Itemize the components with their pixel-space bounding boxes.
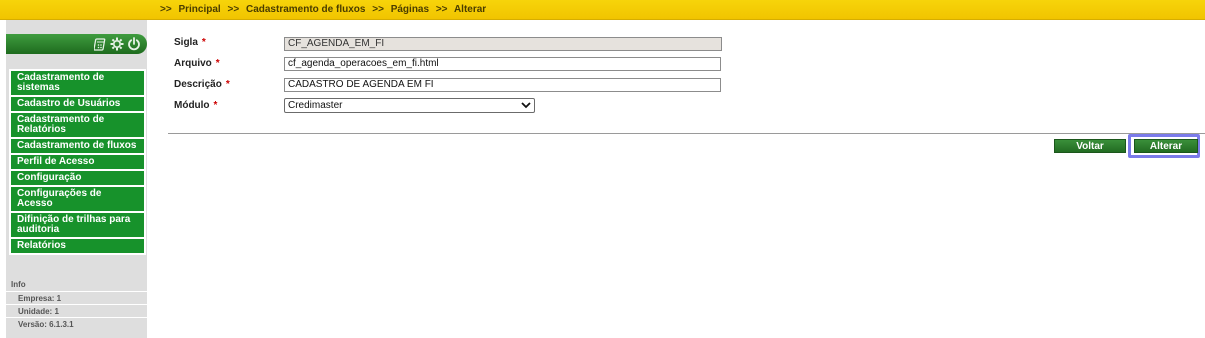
breadcrumb-cadastramento-fluxos[interactable]: Cadastramento de fluxos [246, 4, 365, 15]
descricao-label-text: Descrição [174, 79, 222, 90]
form-divider [168, 133, 1205, 134]
chevron-down-icon [521, 99, 531, 114]
sigla-label: Sigla * [174, 37, 206, 48]
voltar-button[interactable]: Voltar [1054, 139, 1126, 153]
arquivo-input[interactable]: cf_agenda_operacoes_em_fi.html [284, 57, 721, 71]
required-marker: * [201, 37, 206, 48]
required-marker: * [213, 100, 218, 111]
sidebar-menu: Cadastramento de sistemas Cadastro de Us… [9, 69, 146, 255]
arquivo-label-text: Arquivo [174, 58, 212, 69]
info-title: Info [11, 280, 26, 289]
info-unidade: Unidade: 1 [6, 304, 147, 317]
descricao-label: Descrição * [174, 79, 230, 90]
arquivo-label: Arquivo * [174, 58, 220, 69]
info-panel: Info Empresa: 1 Unidade: 1 Versão: 6.1.3… [6, 277, 147, 330]
sigla-field: CF_AGENDA_EM_FI [284, 37, 722, 51]
sidebar-item-cadastro-usuarios[interactable]: Cadastro de Usuários [10, 96, 145, 112]
required-marker: * [225, 79, 230, 90]
sigla-label-text: Sigla [174, 37, 198, 48]
breadcrumb-separator: >> [160, 4, 172, 15]
modulo-label-text: Módulo [174, 100, 210, 111]
sidebar-header [6, 34, 147, 54]
sidebar-item-trilhas-auditoria[interactable]: Difinição de trilhas para auditoria [10, 212, 145, 238]
sidebar: Cadastramento de sistemas Cadastro de Us… [6, 20, 147, 338]
info-empresa: Empresa: 1 [6, 291, 147, 304]
info-versao: Versão: 6.1.3.1 [6, 317, 147, 330]
descricao-input[interactable]: CADASTRO DE AGENDA EM FI [284, 78, 721, 92]
alterar-button[interactable]: Alterar [1134, 139, 1198, 153]
breadcrumb-principal[interactable]: Principal [178, 4, 220, 15]
breadcrumb-separator: >> [227, 4, 240, 15]
sidebar-item-cadastramento-fluxos[interactable]: Cadastramento de fluxos [10, 138, 145, 154]
power-icon[interactable] [127, 37, 141, 51]
sidebar-header-icons [94, 37, 141, 51]
top-bar: >> Principal >> Cadastramento de fluxos … [0, 0, 1205, 20]
modulo-label: Módulo * [174, 100, 217, 111]
modulo-select[interactable]: Credimaster [284, 98, 535, 113]
sidebar-item-configuracao[interactable]: Configuração [10, 170, 145, 186]
sidebar-item-cadastramento-relatorios[interactable]: Cadastramento de Relatórios [10, 112, 145, 138]
sidebar-item-perfil-acesso[interactable]: Perfil de Acesso [10, 154, 145, 170]
breadcrumb: >> Principal >> Cadastramento de fluxos … [160, 4, 490, 15]
sidebar-item-configuracoes-acesso[interactable]: Configurações de Acesso [10, 186, 145, 212]
calculator-icon[interactable] [94, 37, 107, 51]
required-marker: * [215, 58, 220, 69]
breadcrumb-paginas[interactable]: Páginas [391, 4, 429, 15]
sidebar-item-cadastramento-sistemas[interactable]: Cadastramento de sistemas [10, 70, 145, 96]
gear-icon[interactable] [110, 37, 124, 51]
breadcrumb-separator: >> [372, 4, 384, 15]
breadcrumb-alterar: Alterar [453, 4, 487, 15]
sidebar-item-relatorios[interactable]: Relatórios [10, 238, 145, 254]
breadcrumb-separator: >> [435, 4, 448, 15]
modulo-selected-value: Credimaster [288, 100, 343, 111]
